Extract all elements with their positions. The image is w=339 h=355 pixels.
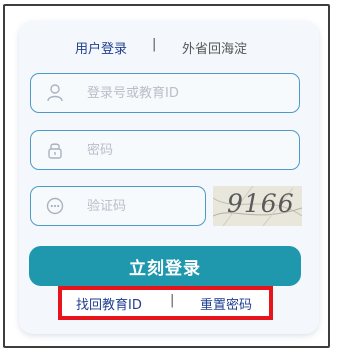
login-button[interactable]: 立刻登录 <box>29 246 301 286</box>
reset-password-link[interactable]: 重置密码 <box>200 294 252 313</box>
tab-user-login[interactable]: 用户登录 <box>75 38 127 57</box>
tab-separator: | <box>152 37 157 52</box>
find-education-id-link[interactable]: 找回教育ID <box>76 294 142 313</box>
recovery-links-highlight: 找回教育ID | 重置密码 <box>58 286 273 320</box>
captcha-text: 9166 <box>227 189 295 218</box>
captcha-input[interactable] <box>85 197 199 215</box>
login-tabs: 用户登录 | 外省回海淀 <box>0 37 339 58</box>
account-field[interactable] <box>30 73 300 113</box>
password-field[interactable] <box>30 130 300 170</box>
lock-icon <box>45 140 65 160</box>
account-input[interactable] <box>85 84 289 102</box>
link-separator: | <box>170 293 175 308</box>
tab-other-province[interactable]: 外省回海淀 <box>182 38 247 57</box>
captcha-image[interactable]: 9166 <box>213 186 302 226</box>
ellipsis-icon <box>45 196 65 216</box>
password-input[interactable] <box>85 141 289 159</box>
user-icon <box>45 83 65 103</box>
captcha-field[interactable] <box>30 186 206 226</box>
